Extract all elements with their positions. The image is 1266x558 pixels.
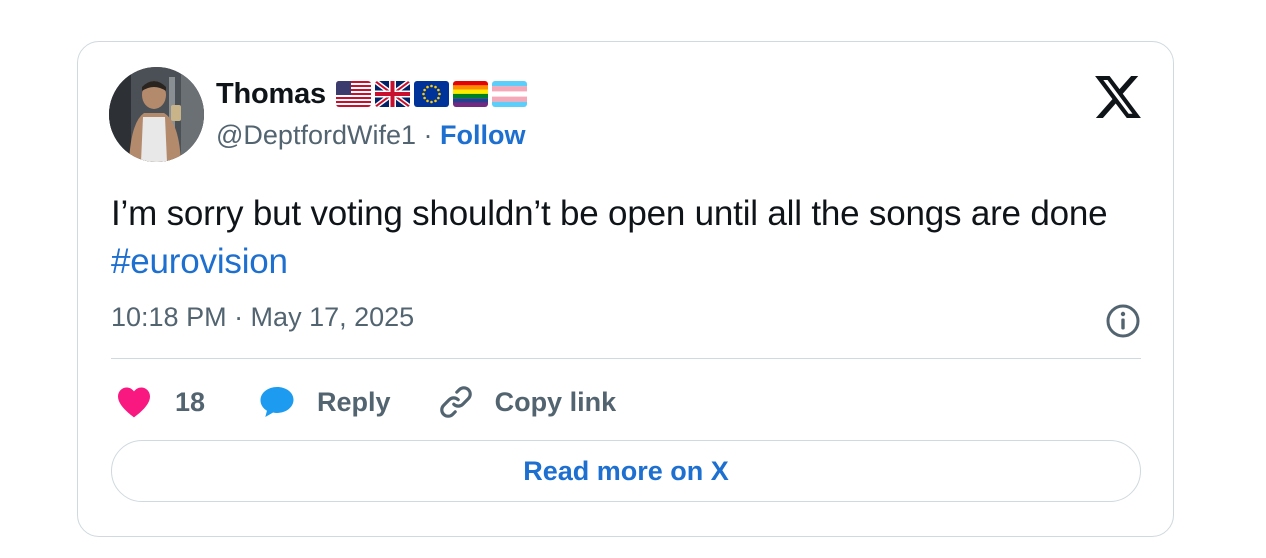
info-icon[interactable] [1105, 303, 1141, 339]
copy-link-label: Copy link [494, 386, 617, 417]
avatar[interactable] [109, 67, 204, 162]
divider [111, 358, 1141, 359]
author-handle-row: @DeptfordWife1 · Follow [216, 120, 526, 151]
rainbow-flag-icon [453, 81, 488, 107]
avatar-image [109, 67, 204, 162]
us-flag-icon [336, 81, 371, 107]
copy-link-button[interactable]: Copy link [437, 383, 617, 421]
tweet-text: I’m sorry but voting shouldn’t be open u… [111, 190, 1131, 286]
heart-icon [116, 386, 152, 418]
follow-button[interactable]: Follow [440, 120, 525, 150]
link-icon [437, 383, 475, 421]
handle-separator: · [423, 120, 433, 150]
trans-flag-icon [492, 81, 527, 107]
tweet-body: I’m sorry but voting shouldn’t be open u… [111, 194, 1108, 233]
reply-bubble-icon [259, 385, 295, 419]
tweet-timestamp[interactable]: 10:18 PM · May 17, 2025 [111, 302, 414, 333]
like-button[interactable]: 18 [116, 386, 205, 418]
reply-label: Reply [317, 386, 391, 417]
author-name-row: Thomas [216, 76, 527, 112]
eu-flag-icon [414, 81, 449, 107]
read-more-label: Read more on X [523, 455, 729, 486]
tweet-card: Thomas @DeptfordWife1 · Follow I’m sorry… [77, 41, 1174, 537]
reply-button[interactable]: Reply [259, 385, 391, 419]
action-bar: 18 Reply Copy link [116, 378, 616, 426]
author-handle[interactable]: @DeptfordWife1 [216, 120, 416, 150]
x-logo-icon[interactable] [1095, 76, 1141, 118]
uk-flag-icon [375, 81, 410, 107]
like-count: 18 [175, 386, 206, 417]
read-more-button[interactable]: Read more on X [111, 440, 1141, 502]
hashtag-link[interactable]: #eurovision [111, 242, 288, 281]
author-display-name[interactable]: Thomas [216, 78, 326, 111]
